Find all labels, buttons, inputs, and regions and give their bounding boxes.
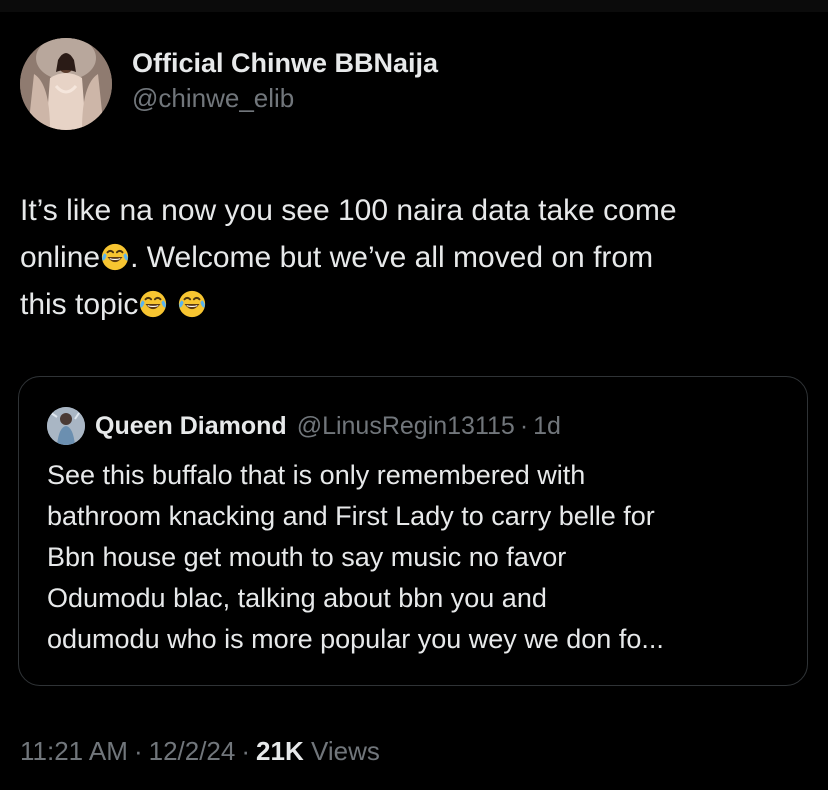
author-display-name[interactable]: Official Chinwe BBNaija: [132, 46, 438, 80]
quoted-text-line: Odumodu blac, talking about bbn you and: [47, 583, 547, 613]
top-bar: [0, 0, 828, 12]
tweet-time[interactable]: 11:21 AM: [20, 736, 128, 766]
tweet-text-line3: this topic: [20, 288, 139, 321]
quoted-text-line: Bbn house get mouth to say music no favo…: [47, 542, 567, 572]
tweet-header: Official Chinwe BBNaija @chinwe_elib: [20, 38, 438, 130]
quoted-text-line: bathroom knacking and First Lady to carr…: [47, 501, 655, 531]
tweet-text-line1: It’s like na now you see 100 naira data …: [20, 194, 677, 227]
views-label[interactable]: Views: [311, 736, 380, 766]
author-handle[interactable]: @chinwe_elib: [132, 82, 438, 114]
quoted-separator: ·: [519, 411, 529, 440]
tweet-date[interactable]: 12/2/24: [149, 736, 236, 766]
quoted-text-line: odumodu who is more popular you wey we d…: [47, 624, 664, 654]
quoted-author-avatar[interactable]: [47, 407, 85, 445]
quoted-tweet-header: Queen Diamond @LinusRegin13115 · 1d: [47, 407, 561, 445]
quoted-tweet-card[interactable]: Queen Diamond @LinusRegin13115 · 1d See …: [18, 376, 808, 686]
meta-separator: ·: [133, 736, 143, 766]
quoted-timestamp[interactable]: 1d: [533, 412, 561, 441]
face-with-tears-of-joy-icon: [138, 289, 168, 319]
face-with-tears-of-joy-icon: [100, 242, 130, 272]
quoted-author-display-name[interactable]: Queen Diamond: [95, 412, 287, 441]
tweet-meta: 11:21 AM · 12/2/24 · 21K Views: [20, 736, 380, 767]
tweet-text-line2-start: online: [20, 241, 101, 274]
meta-separator: ·: [241, 736, 251, 766]
quoted-text-line: See this buffalo that is only remembered…: [47, 460, 586, 490]
views-count[interactable]: 21K: [256, 736, 304, 766]
quoted-author-handle[interactable]: @LinusRegin13115: [297, 412, 515, 441]
tweet-text: It’s like na now you see 100 naira data …: [20, 187, 810, 328]
quoted-tweet-text: See this buffalo that is only remembered…: [47, 455, 787, 660]
face-with-tears-of-joy-icon: [177, 289, 207, 319]
author-avatar[interactable]: [20, 38, 112, 130]
tweet-text-line2-end: . Welcome but we’ve all moved on from: [130, 241, 654, 274]
